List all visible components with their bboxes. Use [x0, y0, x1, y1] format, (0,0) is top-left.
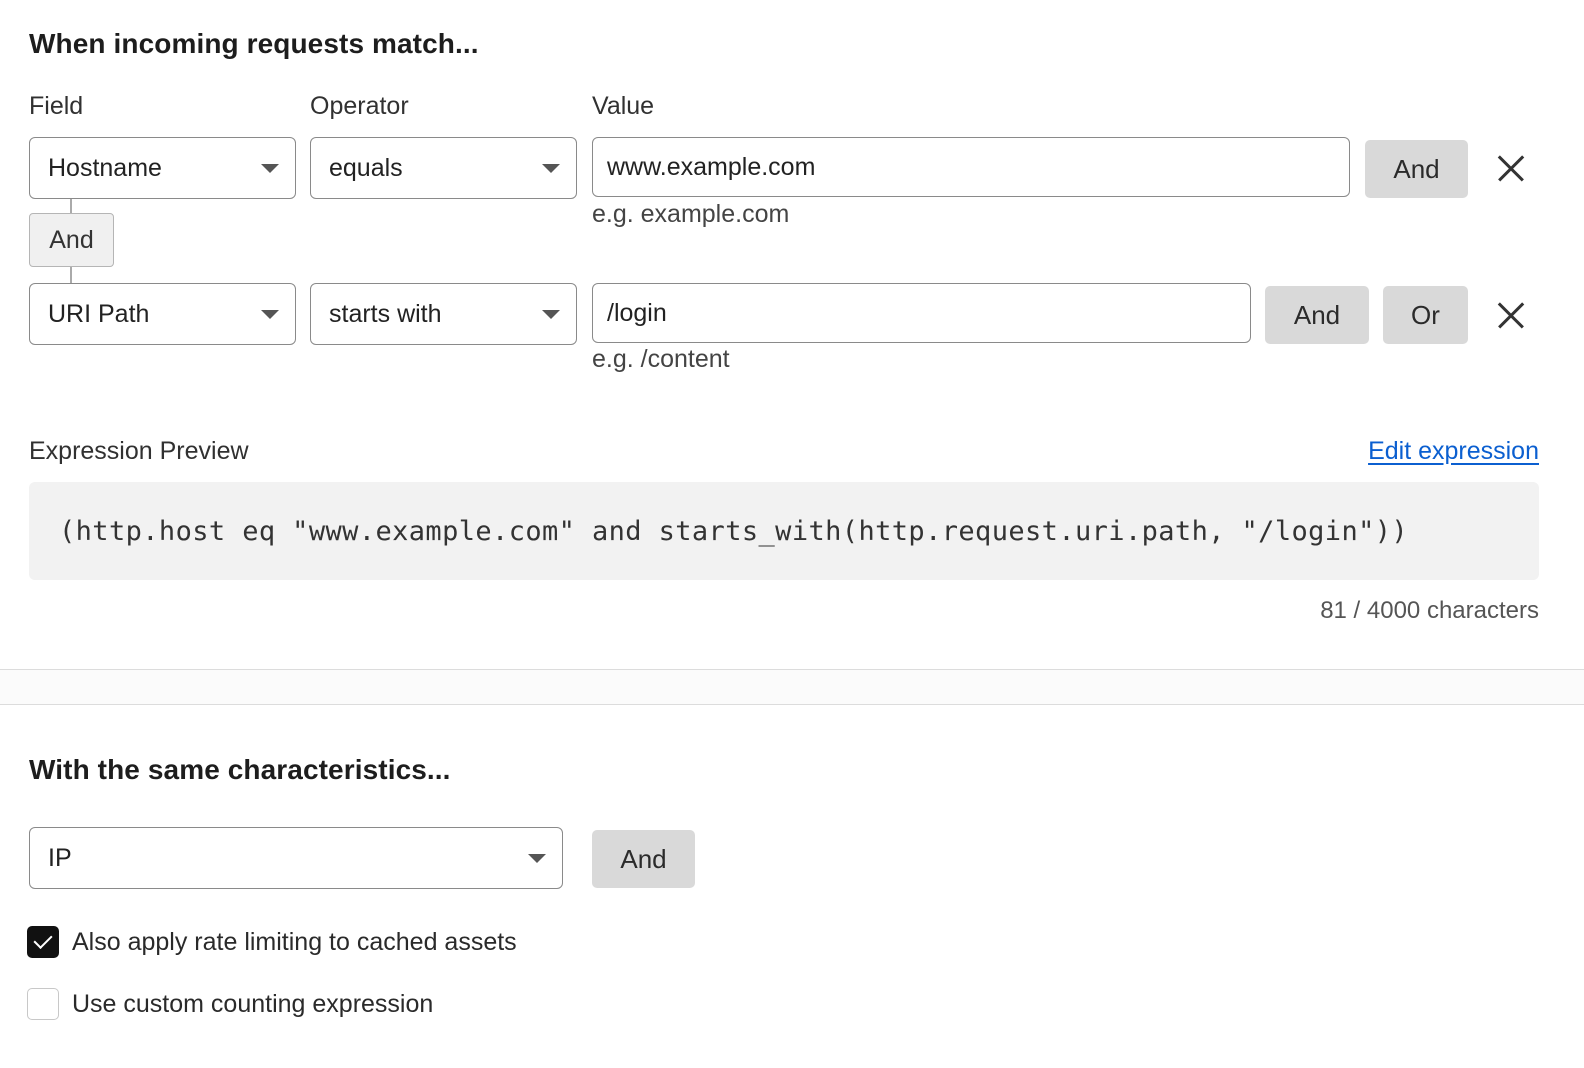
expression-code: (http.host eq "www.example.com" and star…	[59, 515, 1409, 547]
characteristic-and-button[interactable]: And	[592, 830, 695, 888]
operator-select-value: starts with	[329, 299, 442, 328]
chevron-down-icon	[261, 310, 279, 319]
match-section-title: When incoming requests match...	[29, 28, 479, 59]
and-button-row-2[interactable]: And	[1265, 286, 1369, 344]
connector-and-badge: And	[29, 213, 114, 267]
value-column-label: Value	[592, 92, 655, 120]
edit-expression-link[interactable]: Edit expression	[1368, 437, 1539, 466]
field-select-value: URI Path	[48, 299, 150, 328]
operator-select-row-1[interactable]: equals	[310, 137, 577, 199]
chevron-down-icon	[261, 164, 279, 173]
value-input-row-2[interactable]: /login	[592, 283, 1251, 343]
expression-preview-label: Expression Preview	[29, 437, 249, 465]
cached-assets-checkbox[interactable]	[27, 926, 59, 958]
connector-line-bottom	[70, 267, 72, 284]
chevron-down-icon	[542, 310, 560, 319]
cached-assets-label[interactable]: Also apply rate limiting to cached asset…	[72, 928, 517, 957]
close-icon[interactable]	[1497, 154, 1525, 182]
value-input-text: www.example.com	[607, 152, 816, 181]
chevron-down-icon	[542, 164, 560, 173]
custom-counting-label[interactable]: Use custom counting expression	[72, 990, 433, 1019]
chevron-down-icon	[528, 854, 546, 863]
character-counter: 81 / 4000 characters	[1320, 597, 1539, 624]
connector-line-top	[70, 199, 72, 214]
close-icon[interactable]	[1497, 301, 1525, 329]
field-select-row-1[interactable]: Hostname	[29, 137, 296, 199]
operator-select-row-2[interactable]: starts with	[310, 283, 577, 345]
operator-select-value: equals	[329, 153, 403, 182]
value-input-text: /login	[607, 298, 667, 327]
custom-counting-checkbox[interactable]	[27, 988, 59, 1020]
field-column-label: Field	[29, 92, 84, 120]
and-button-row-1[interactable]: And	[1365, 140, 1468, 198]
characteristic-select[interactable]: IP	[29, 827, 563, 889]
expression-code-box: (http.host eq "www.example.com" and star…	[29, 482, 1539, 580]
field-select-row-2[interactable]: URI Path	[29, 283, 296, 345]
value-hint-row-1: e.g. example.com	[592, 200, 790, 228]
field-select-value: Hostname	[48, 153, 162, 182]
characteristics-section-title: With the same characteristics...	[29, 754, 451, 785]
section-divider	[0, 669, 1584, 705]
characteristic-select-value: IP	[48, 843, 72, 872]
value-hint-row-2: e.g. /content	[592, 345, 730, 373]
value-input-row-1[interactable]: www.example.com	[592, 137, 1350, 197]
operator-column-label: Operator	[310, 92, 409, 120]
or-button-row-2[interactable]: Or	[1383, 286, 1468, 344]
